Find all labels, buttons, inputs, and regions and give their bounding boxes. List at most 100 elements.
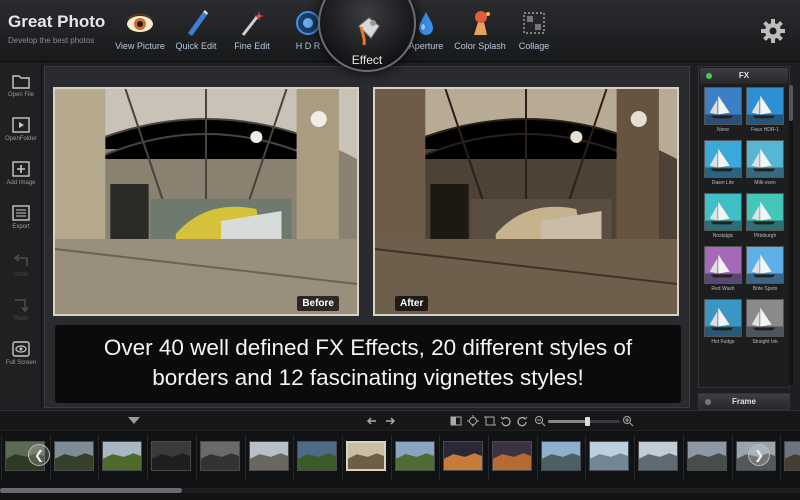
sidebar-full-screen-button[interactable]: Full Screen [0, 340, 42, 366]
filmstrip: ❮ ❯ [0, 431, 800, 500]
fx-thumbnail [704, 299, 742, 337]
fx-effect-item[interactable]: Faux HDR-1 [745, 87, 785, 133]
fx-thumbnail [704, 140, 742, 178]
fx-thumbnail [746, 87, 784, 125]
fx-effect-item[interactable]: Brite Spots [745, 246, 785, 292]
tool-collage-button[interactable]: Collage [494, 8, 574, 51]
fx-effect-item[interactable]: Nostalgic [703, 193, 743, 239]
filmstrip-scrollbar[interactable] [0, 488, 800, 493]
sidebar-export-button[interactable]: Export [0, 204, 42, 230]
fx-thumbnail [746, 193, 784, 231]
sidebar-open-folder-button[interactable]: OpenFolder [0, 116, 42, 142]
paint-bucket-icon [358, 17, 380, 46]
zoom-out-icon[interactable] [534, 415, 546, 427]
eye-icon [12, 341, 30, 357]
sidebar-label: Add Image [6, 180, 36, 186]
compare-icon[interactable] [450, 415, 462, 427]
fx-effect-item[interactable]: None [703, 87, 743, 133]
sidebar-label: Full Screen [5, 360, 37, 366]
filmstrip-separator [195, 435, 197, 481]
filmstrip-thumbnail[interactable] [248, 441, 289, 471]
filmstrip-thumbnail[interactable] [784, 441, 800, 471]
zoom-slider-handle[interactable] [585, 417, 591, 426]
gear-icon[interactable] [760, 18, 786, 44]
zoom-slider[interactable] [548, 417, 620, 426]
sidebar-add-image-button[interactable]: Add Image [0, 160, 42, 186]
filmstrip-separator [147, 435, 149, 481]
filmstrip-thumbnail[interactable] [638, 441, 679, 471]
fx-effect-item[interactable]: Dawn Lite [703, 140, 743, 186]
filmstrip-thumbnail[interactable] [151, 441, 192, 471]
fx-effect-item[interactable]: Red Wash [703, 246, 743, 292]
filmstrip-thumbnail[interactable] [443, 441, 484, 471]
filmstrip-separator [341, 435, 343, 481]
rotate-left-icon[interactable] [500, 415, 512, 427]
rotate-right-icon[interactable] [516, 415, 528, 427]
frame-panel-title: Frame [731, 397, 756, 406]
add-image-icon [12, 161, 30, 177]
filmstrip-next-button[interactable]: ❯ [748, 444, 770, 466]
filmstrip-thumbnail[interactable] [102, 441, 143, 471]
filmstrip-thumbnail[interactable] [540, 441, 581, 471]
zoom-in-icon[interactable] [622, 415, 634, 427]
arrow-left-icon[interactable] [366, 415, 378, 427]
chevron-down-icon[interactable] [128, 417, 140, 424]
fx-effect-item[interactable]: Milk-oven [745, 140, 785, 186]
filmstrip-separator [731, 435, 733, 481]
fx-effect-item[interactable]: Straight Ink [745, 299, 785, 345]
filmstrip-thumbnail[interactable] [492, 441, 532, 471]
filmstrip-thumbnail[interactable] [589, 441, 630, 471]
fx-thumbnail [746, 299, 784, 337]
crop-icon[interactable] [484, 415, 496, 427]
filmstrip-separator [536, 435, 538, 481]
fx-scrollbar[interactable] [789, 85, 793, 385]
sidebar-open-file-button[interactable]: Open File [0, 72, 42, 98]
fx-panel-title: FX [738, 71, 750, 80]
status-led-icon [705, 399, 711, 405]
filmstrip-scrollbar-thumb[interactable] [0, 488, 182, 493]
fx-effect-item[interactable]: Pittsburgh [745, 193, 785, 239]
sidebar-undo-button[interactable]: Undo [0, 252, 42, 278]
filmstrip-separator [98, 435, 100, 481]
zoom-slider-fill [548, 420, 588, 423]
fx-effect-item[interactable]: Hot Fudge [703, 299, 743, 345]
tool-label: Effect [351, 53, 383, 67]
app-window: Great Photo Develop the best photos View… [0, 0, 800, 500]
station-photo-after [375, 89, 677, 314]
sidebar-label: Open File [7, 92, 34, 98]
filmstrip-thumbnail[interactable] [686, 441, 727, 471]
filmstrip-thumbnail[interactable] [394, 441, 435, 471]
fx-effect-name: Red Wash [711, 286, 735, 292]
before-photo[interactable]: Before [53, 87, 359, 316]
tool-effect-button[interactable]: Effect [318, 0, 416, 72]
fx-effect-name: Hot Fudge [711, 339, 735, 345]
fx-effect-name: Brite Spots [752, 286, 778, 292]
chevron-left-icon: ❮ [33, 448, 45, 462]
fx-thumbnail [704, 246, 742, 284]
filmstrip-prev-button[interactable]: ❮ [28, 444, 50, 466]
preview-controls [0, 410, 800, 430]
sidebar-redo-button[interactable]: Redo [0, 296, 42, 322]
sidebar-label: OpenFolder [5, 136, 37, 142]
target-icon[interactable] [467, 415, 479, 427]
filmstrip-thumbnail[interactable] [53, 441, 94, 471]
filmstrip-separator [390, 435, 392, 481]
fx-scrollbar-thumb[interactable] [789, 85, 793, 121]
folder-icon [12, 75, 30, 89]
tool-label: Collage [518, 41, 550, 51]
sidebar-label: Redo [13, 316, 29, 322]
fx-effect-name: Pittsburgh [753, 233, 777, 239]
filmstrip-thumbnail[interactable] [345, 441, 386, 471]
chevron-right-icon: ❯ [753, 448, 765, 462]
arrow-right-icon[interactable] [384, 415, 396, 427]
fx-panel-header[interactable]: FX [700, 68, 788, 84]
frame-panel-header[interactable]: Frame [698, 393, 790, 410]
play-folder-icon [12, 117, 30, 133]
status-led-icon [706, 73, 712, 79]
filmstrip-separator [634, 435, 636, 481]
filmstrip-separator [780, 435, 782, 481]
filmstrip-thumbnail[interactable] [199, 441, 240, 471]
after-photo[interactable]: After [373, 87, 679, 316]
filmstrip-thumbnail[interactable] [297, 441, 338, 471]
app-title: Great Photo [8, 12, 106, 31]
